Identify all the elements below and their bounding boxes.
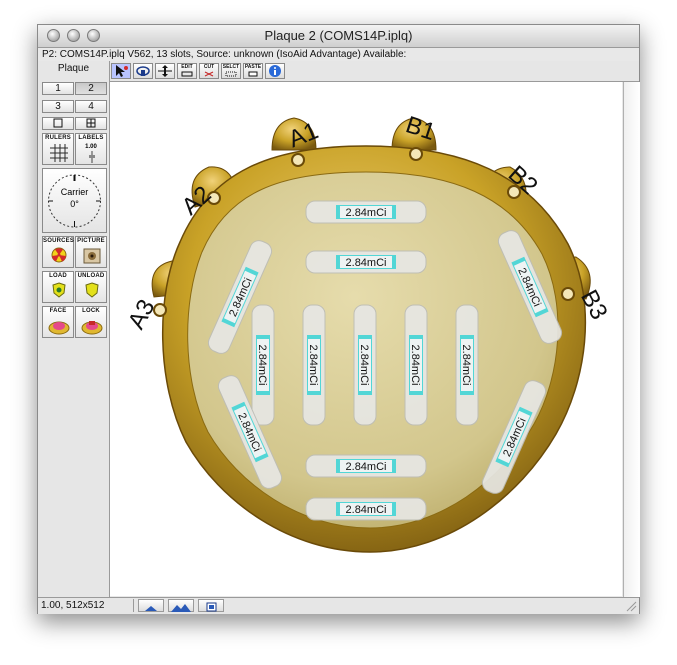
picture-eye-icon (83, 248, 101, 264)
info-icon (269, 65, 281, 77)
seed-activity-label: 2.84mCi (346, 504, 387, 516)
seed-slot-6[interactable]: 2.84mCi (302, 304, 326, 426)
labels-value: 1.00 (85, 144, 97, 150)
labels-tool[interactable]: LABELS 1.00 (75, 133, 107, 165)
large-mountain-icon (171, 604, 191, 612)
lock-plaque-icon (81, 321, 103, 335)
fit-window-button[interactable] (198, 599, 224, 612)
pointer-icon (116, 65, 128, 77)
seed-activity-label: 2.84mCi (346, 257, 387, 269)
load-label: LOAD (49, 273, 67, 279)
small-mountain-icon (145, 606, 157, 611)
rulers-grid-icon (50, 144, 68, 162)
picture-tool[interactable]: PICTURE (75, 236, 107, 268)
seed-activity-label: 2.84mCi (346, 461, 387, 473)
seed-slot-2[interactable]: 2.84mCi (305, 250, 427, 274)
cut-label: CUT (203, 64, 215, 70)
select-button[interactable]: SELCT (221, 63, 241, 79)
seed-activity-label: 2.84mCi (346, 207, 387, 219)
paste-icon (248, 71, 258, 77)
lock-label: LOCK (82, 308, 100, 314)
status-bar: 1.00, 512x512 (38, 597, 639, 614)
seed-activity-label: 2.84mCi (460, 345, 472, 386)
seed-slot-1[interactable]: 2.84mCi (305, 200, 427, 224)
load-tool[interactable]: LOAD (42, 271, 74, 303)
carrier-angle: 0° (70, 199, 79, 209)
sources-label: SOURCES (43, 238, 75, 244)
rotate-tool-button[interactable] (133, 63, 153, 79)
single-view-button[interactable] (42, 117, 74, 130)
plaque-button-4[interactable]: 4 (75, 100, 107, 113)
carrier-label: Carrier (60, 187, 89, 197)
zoom-size-readout: 1.00, 512x512 (41, 599, 134, 612)
vertical-scrollbar[interactable] (623, 82, 640, 597)
grid-view-button[interactable] (75, 117, 107, 130)
load-shield-icon (52, 282, 66, 298)
plaque-button-3[interactable]: 3 (42, 100, 74, 113)
seed-slot-7[interactable]: 2.84mCi (353, 304, 377, 426)
top-toolbar: EDIT CUT SELCT PASTE (110, 61, 639, 82)
edit-icon (181, 71, 193, 77)
unload-shield-icon (85, 282, 99, 298)
seed-activity-label: 2.84mCi (256, 345, 268, 386)
face-plaque-icon (48, 321, 70, 335)
left-tool-panel: Plaque 1 2 3 4 RULERS LABELS 1.00 Carrie… (38, 61, 110, 597)
window-title: Plaque 2 (COMS14P.iplq) (264, 28, 413, 43)
paste-label: PASTE (244, 64, 262, 70)
lock-tool[interactable]: LOCK (75, 306, 107, 338)
seed-slot-5[interactable]: 2.84mCi (251, 304, 275, 426)
zoom-in-button[interactable] (168, 599, 194, 612)
seed-slot-9[interactable]: 2.84mCi (455, 304, 479, 426)
zoom-out-button[interactable] (138, 599, 164, 612)
face-tool[interactable]: FACE (42, 306, 74, 338)
seed-activity-label: 2.84mCi (409, 345, 421, 386)
move-tool-button[interactable] (155, 63, 175, 79)
scissors-icon (204, 71, 214, 77)
labels-scale-icon (89, 151, 95, 163)
carrier-rotation-dial[interactable]: Carrier 0° (42, 168, 107, 233)
edit-label: EDIT (181, 64, 193, 70)
info-button[interactable] (265, 63, 285, 79)
eyelet-label-a3: A3 (123, 295, 161, 334)
plaque-button-1[interactable]: 1 (42, 82, 74, 95)
seed-slot-12[interactable]: 2.84mCi (305, 454, 427, 478)
unload-tool[interactable]: UNLOAD (75, 271, 107, 303)
move-arrows-icon (158, 65, 172, 77)
unload-label: UNLOAD (77, 273, 105, 279)
labels-label: LABELS (78, 135, 104, 141)
plaque-label: Plaque (57, 63, 90, 74)
radiation-icon (51, 247, 67, 263)
rulers-label: RULERS (45, 135, 71, 141)
sources-tool[interactable]: SOURCES (42, 236, 74, 268)
face-label: FACE (49, 308, 67, 314)
cut-button[interactable]: CUT (199, 63, 219, 79)
plaque-window: Plaque 2 (COMS14P.iplq) P2: COMS14P.iplq… (37, 24, 640, 614)
plaque-canvas[interactable]: A1 B1 A2 B2 A3 B3 2.84mCi 2.84mCi 2.84mC… (110, 82, 622, 596)
square-icon (53, 118, 63, 128)
title-bar[interactable]: Plaque 2 (COMS14P.iplq) (38, 25, 639, 48)
plaque-info-text: P2: COMS14P.iplq V562, 13 slots, Source:… (42, 49, 407, 60)
rotate-icon (136, 66, 150, 76)
picture-label: PICTURE (77, 238, 105, 244)
plaque-button-2[interactable]: 2 (75, 82, 107, 95)
edit-button[interactable]: EDIT (177, 63, 197, 79)
select-label: SELCT (222, 64, 240, 70)
fit-window-icon (206, 602, 217, 612)
select-icon (225, 71, 237, 77)
resize-grip-icon[interactable] (625, 600, 637, 612)
seed-slot-13[interactable]: 2.84mCi (305, 497, 427, 521)
seed-activity-label: 2.84mCi (358, 345, 370, 386)
seed-activity-label: 2.84mCi (307, 345, 319, 386)
seed-slot-8[interactable]: 2.84mCi (404, 304, 428, 426)
plaque-image: A1 B1 A2 B2 A3 B3 2.84mCi 2.84mCi 2.84mC… (123, 111, 613, 553)
paste-button[interactable]: PASTE (243, 63, 263, 79)
rulers-tool[interactable]: RULERS (42, 133, 74, 165)
grid-icon (86, 118, 96, 128)
pointer-tool-button[interactable] (111, 63, 131, 79)
